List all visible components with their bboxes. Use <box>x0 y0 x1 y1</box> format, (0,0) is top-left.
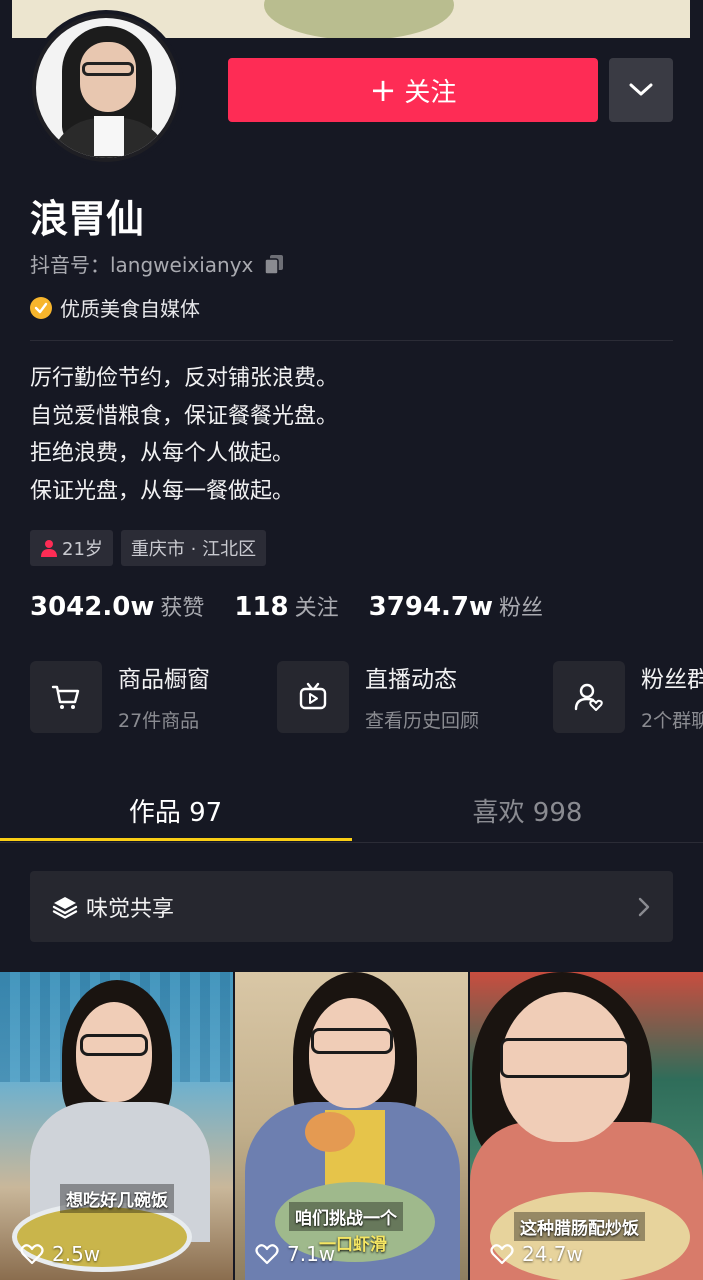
avatar[interactable] <box>28 10 184 166</box>
more-options-button[interactable] <box>609 58 673 122</box>
chevron-right-icon <box>638 897 650 916</box>
bio-line: 保证光盘，从每一餐做起。 <box>30 478 295 504</box>
tab-likes[interactable]: 喜欢 998 <box>352 780 703 840</box>
collection-label: 味觉共享 <box>86 896 175 922</box>
follow-label: 关注 <box>404 77 457 108</box>
video-thumbnail[interactable]: 想吃好几碗饭 2.5w <box>0 972 233 1280</box>
banner-illustration <box>264 0 454 38</box>
female-person-icon <box>41 540 57 557</box>
live-tv-icon <box>277 660 349 733</box>
follow-button[interactable]: + 关注 <box>228 58 598 122</box>
profile-tags: 21岁 重庆市 · 江北区 <box>30 530 267 566</box>
avatar-face <box>80 42 136 112</box>
avatar-collar <box>94 116 124 156</box>
video-grid: 想吃好几碗饭 2.5w 咱们挑战一个 一口虾滑 7.1w 这种腊肠配炒饭 24.… <box>0 972 703 1280</box>
stats-row: 3042.0w 获赞 118 关注 3794.7w 粉丝 <box>30 590 543 622</box>
bio-line: 拒绝浪费，从每个人做起。 <box>30 441 295 466</box>
video-likes: 24.7w <box>490 1242 583 1266</box>
group-heart-icon <box>553 660 625 733</box>
verification-row: 优质美食自媒体 <box>30 293 200 322</box>
feature-live[interactable]: 直播动态 查看历史回顾 <box>277 660 479 733</box>
likes-label: 获赞 <box>160 596 205 621</box>
douyin-id-row: 抖音号：langweixianyx <box>30 249 285 278</box>
video-likes: 7.1w <box>255 1242 335 1266</box>
feature-fan-group[interactable]: 粉丝群 2个群聊 <box>553 660 703 733</box>
bio: 厉行勤俭节约，反对铺张浪费。 自觉爱惜粮食，保证餐餐光盘。 拒绝浪费，从每个人做… <box>30 360 338 510</box>
heart-icon <box>20 1244 44 1265</box>
verification-label: 优质美食自媒体 <box>60 297 200 321</box>
layers-icon <box>52 896 78 919</box>
video-caption: 这种腊肠配炒饭 <box>514 1212 645 1241</box>
avatar-photo <box>36 18 176 158</box>
tab-works[interactable]: 作品 97 <box>0 780 351 840</box>
likes-count: 3042.0w <box>30 592 155 622</box>
heart-icon <box>490 1244 514 1265</box>
location-label: 重庆市 · 江北区 <box>130 539 257 560</box>
age-label: 21岁 <box>62 539 103 560</box>
fans-label[interactable]: 粉丝 <box>499 590 543 622</box>
feature-title: 商品橱窗 <box>118 667 210 693</box>
bio-line: 厉行勤俭节约，反对铺张浪费。 <box>30 366 339 391</box>
profile-name: 浪胃仙 <box>30 197 145 241</box>
douyin-id: 抖音号：langweixianyx <box>30 253 254 277</box>
verified-check-icon <box>30 296 52 319</box>
feature-shop-window[interactable]: 商品橱窗 27件商品 <box>30 660 210 733</box>
collection-entry[interactable]: 味觉共享 <box>30 871 673 942</box>
cart-icon <box>30 660 102 733</box>
person-glasses <box>500 1038 630 1078</box>
following-label[interactable]: 关注 <box>295 590 339 622</box>
person-glasses <box>80 1034 148 1056</box>
video-thumbnail[interactable]: 这种腊肠配炒饭 24.7w <box>470 972 703 1280</box>
content-tabs: 作品 97 喜欢 998 <box>0 780 703 843</box>
age-tag: 21岁 <box>30 530 113 566</box>
likes-count: 24.7w <box>522 1242 583 1266</box>
fans-count[interactable]: 3794.7w <box>369 592 493 622</box>
person-glasses <box>311 1028 393 1054</box>
feature-subtitle: 查看历史回顾 <box>365 710 480 732</box>
video-thumbnail[interactable]: 咱们挑战一个 一口虾滑 7.1w <box>235 972 468 1280</box>
video-caption: 咱们挑战一个 <box>289 1202 403 1231</box>
divider <box>30 340 673 341</box>
following-count[interactable]: 118 <box>234 592 288 622</box>
feature-title: 直播动态 <box>365 667 457 693</box>
feature-subtitle: 27件商品 <box>118 710 200 732</box>
likes-count: 2.5w <box>52 1242 101 1266</box>
copy-icon[interactable] <box>263 253 285 275</box>
video-caption: 想吃好几碗饭 <box>60 1184 174 1213</box>
food-item <box>305 1112 355 1152</box>
feature-subtitle: 2个群聊 <box>641 710 703 732</box>
likes-count: 7.1w <box>287 1242 336 1266</box>
chevron-down-icon <box>629 83 653 96</box>
bio-line: 自觉爱惜粮食，保证餐餐光盘。 <box>30 403 339 429</box>
active-tab-indicator <box>0 838 352 841</box>
video-likes: 2.5w <box>20 1242 100 1266</box>
feature-title: 粉丝群 <box>641 667 703 693</box>
plus-icon: + <box>369 71 397 109</box>
avatar-glasses <box>82 62 134 76</box>
location-tag: 重庆市 · 江北区 <box>120 530 267 566</box>
heart-icon <box>255 1244 279 1265</box>
